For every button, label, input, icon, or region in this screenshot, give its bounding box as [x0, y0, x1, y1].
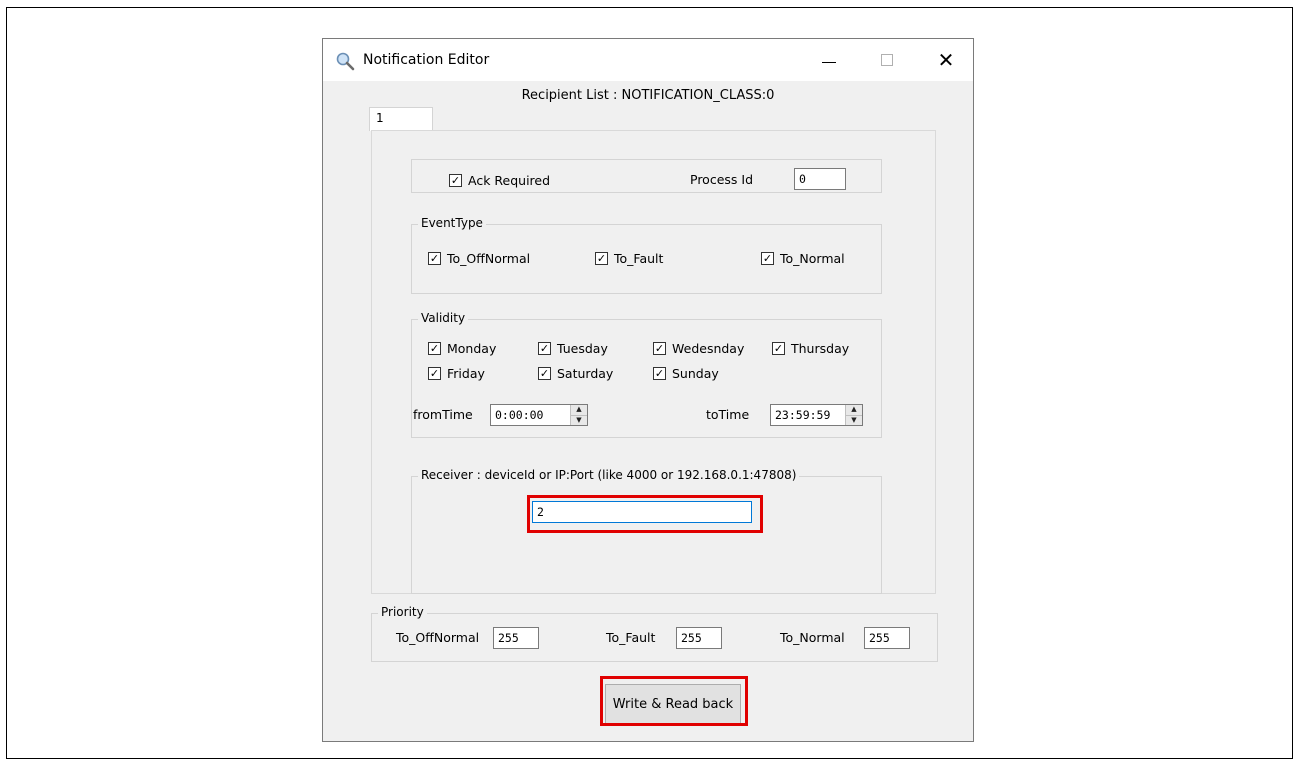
recipient-list-label: Recipient List : NOTIFICATION_CLASS:0 [521, 88, 775, 103]
priority-to-offnormal-input[interactable]: 255 [493, 627, 539, 649]
close-icon: ✕ [937, 48, 955, 72]
checkbox-box: ✓ [595, 252, 608, 265]
checkbox-label: Friday [447, 366, 485, 381]
event-type-to-fault-checkbox[interactable]: ✓ To_Fault [595, 251, 663, 266]
spin-up-icon[interactable]: ▲ [846, 405, 862, 415]
magnifier-icon [336, 52, 355, 71]
maximize-button[interactable] [864, 39, 910, 81]
checkbox-box: ✓ [761, 252, 774, 265]
checkbox-label: Sunday [672, 366, 719, 381]
checkbox-box: ✓ [428, 342, 441, 355]
checkbox-label: To_Fault [614, 251, 664, 266]
window-title: Notification Editor [363, 52, 490, 68]
spin-up-icon[interactable]: ▲ [571, 405, 587, 415]
from-time-value: 0:00:00 [495, 408, 544, 422]
checkbox-box: ✓ [428, 252, 441, 265]
checkbox-box: ✓ [538, 367, 551, 380]
priority-to-fault-label: To_Fault [606, 630, 656, 645]
title-bar[interactable]: Notification Editor ✕ [323, 39, 973, 81]
minimize-icon [822, 61, 836, 63]
maximize-icon [881, 54, 893, 66]
priority-to-offnormal-label: To_OffNormal [396, 630, 480, 645]
event-type-to-normal-checkbox[interactable]: ✓ To_Normal [761, 251, 845, 266]
tab-1[interactable]: 1 [369, 107, 433, 131]
priority-caption: Priority [378, 605, 427, 619]
checkbox-label: To_Normal [780, 251, 845, 266]
process-id-label: Process Id [690, 172, 754, 187]
checkbox-label: Saturday [557, 366, 614, 381]
checkbox-label: Thursday [791, 341, 850, 356]
priority-to-normal-label: To_Normal [780, 630, 845, 645]
from-time-picker[interactable]: 0:00:00 ▲ ▼ [490, 404, 588, 426]
checkbox-box: ✓ [449, 174, 462, 187]
checkbox-box: ✓ [653, 367, 666, 380]
checkbox-box: ✓ [428, 367, 441, 380]
spin-down-icon[interactable]: ▼ [571, 414, 587, 426]
checkbox-label: Wedesnday [672, 341, 745, 356]
validity-wednesday-checkbox[interactable]: ✓ Wedesnday [653, 341, 744, 356]
receiver-group: Receiver : deviceId or IP:Port (like 400… [411, 468, 882, 594]
priority-to-fault-input[interactable]: 255 [676, 627, 722, 649]
ack-required-checkbox[interactable]: ✓ Ack Required [449, 173, 550, 188]
validity-sunday-checkbox[interactable]: ✓ Sunday [653, 366, 719, 381]
notification-editor-window: Notification Editor ✕ Recipient List : N… [322, 38, 974, 742]
to-time-spinner[interactable]: ▲ ▼ [845, 405, 862, 425]
event-type-to-offnormal-checkbox[interactable]: ✓ To_OffNormal [428, 251, 530, 266]
checkbox-box: ✓ [538, 342, 551, 355]
receiver-caption: Receiver : deviceId or IP:Port (like 400… [418, 468, 800, 482]
spin-down-icon[interactable]: ▼ [846, 414, 862, 426]
priority-to-normal-input[interactable]: 255 [864, 627, 910, 649]
receiver-highlight [527, 495, 763, 533]
write-button-highlight [600, 676, 748, 726]
from-time-label: fromTime [413, 407, 473, 422]
to-time-picker[interactable]: 23:59:59 ▲ ▼ [770, 404, 863, 426]
ack-required-label: Ack Required [468, 173, 551, 188]
from-time-spinner[interactable]: ▲ ▼ [570, 405, 587, 425]
tab-label: 1 [376, 111, 384, 125]
close-button[interactable]: ✕ [923, 39, 969, 81]
checkbox-box: ✓ [653, 342, 666, 355]
checkbox-box: ✓ [772, 342, 785, 355]
minimize-button[interactable] [806, 39, 852, 81]
process-id-input[interactable]: 0 [794, 168, 846, 190]
validity-caption: Validity [418, 311, 469, 325]
validity-thursday-checkbox[interactable]: ✓ Thursday [772, 341, 849, 356]
validity-friday-checkbox[interactable]: ✓ Friday [428, 366, 485, 381]
to-time-label: toTime [706, 407, 750, 422]
event-type-caption: EventType [418, 216, 486, 230]
checkbox-label: Tuesday [557, 341, 608, 356]
validity-tuesday-checkbox[interactable]: ✓ Tuesday [538, 341, 608, 356]
checkbox-label: To_OffNormal [447, 251, 531, 266]
validity-saturday-checkbox[interactable]: ✓ Saturday [538, 366, 613, 381]
validity-monday-checkbox[interactable]: ✓ Monday [428, 341, 496, 356]
to-time-value: 23:59:59 [775, 408, 831, 422]
checkbox-label: Monday [447, 341, 497, 356]
